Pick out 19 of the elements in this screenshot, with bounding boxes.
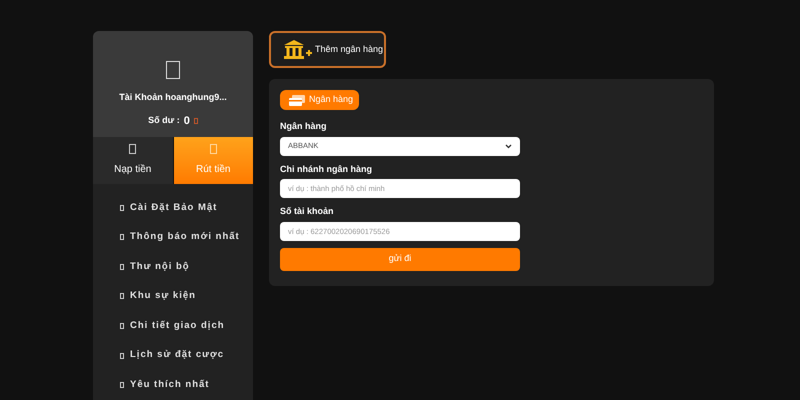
menu-item[interactable]: Cài Đặt Bảo Mật [93,192,253,222]
field-label: Ngân hàng [280,120,328,133]
account-name: Tài Khoản hoanghung9... [119,91,227,104]
section-title: Ngân hàng [309,93,354,106]
menu-item[interactable]: Thông báo mới nhất [93,222,253,252]
card-icon [289,94,305,106]
balance-value: 0 [184,114,190,128]
add-bank-button[interactable]: Thêm ngân hàng [269,31,386,68]
menu-item[interactable]: Khu sự kiện [93,282,253,312]
menu-item[interactable]: Thư nội bộ [93,252,253,282]
balance-label: Số dư : [148,114,180,127]
chevron-down-icon [505,144,512,148]
field-label: Chi nhánh ngân hàng [280,162,373,176]
menu-item[interactable]: Chi tiết giao dịch [93,311,253,341]
menu-item[interactable]: Lịch sử đặt cược [93,340,253,370]
bank-plus-icon [283,38,313,60]
tab[interactable]: Nạp tiền [93,137,174,184]
menu-item[interactable]: Yêu thích nhất [93,370,253,400]
field-label: Số tài khoản [280,205,335,218]
